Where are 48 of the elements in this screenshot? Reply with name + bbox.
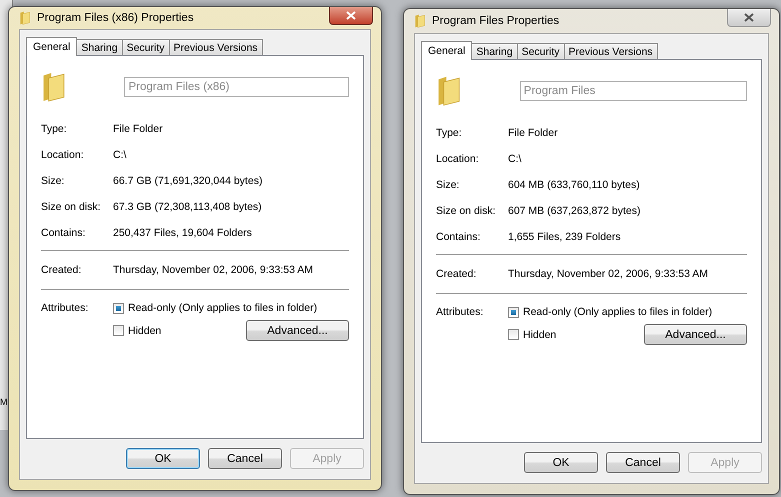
field-value: C:\ <box>508 153 522 165</box>
folder-icon <box>436 74 462 108</box>
field-value: 66.7 GB (71,691,320,044 bytes) <box>113 175 262 187</box>
close-icon <box>346 11 356 20</box>
checkbox[interactable]: Read-only (Only applies to files in folder) <box>508 306 747 318</box>
window-title: Program Files Properties <box>432 15 560 27</box>
advanced-button[interactable]: Advanced... <box>644 324 747 345</box>
field-value: File Folder <box>113 123 163 135</box>
checkbox[interactable]: Read-only (Only applies to files in folder) <box>113 302 349 314</box>
field-label: Type: <box>41 123 68 135</box>
field-value: 1,655 Files, 239 Folders <box>508 231 621 243</box>
field-label: Created: <box>41 264 82 276</box>
background-text: M <box>0 397 8 407</box>
field-value: File Folder <box>508 127 558 139</box>
checkbox[interactable]: Hidden <box>113 324 162 336</box>
dialog-button[interactable]: Cancel <box>208 448 282 469</box>
tab[interactable]: General <box>26 37 78 56</box>
close-button[interactable] <box>329 7 373 25</box>
folder-icon <box>414 14 426 28</box>
field-label: Size: <box>436 179 460 191</box>
field-label: Contains: <box>436 231 482 243</box>
field-label: Size on disk: <box>41 201 102 213</box>
field-value: 67.3 GB (72,308,113,408 bytes) <box>113 201 262 213</box>
tab[interactable]: Sharing <box>76 39 123 55</box>
field-label: Type: <box>436 127 463 139</box>
field-value: 604 MB (633,760,110 bytes) <box>508 179 640 191</box>
close-icon <box>744 13 754 22</box>
field-label: Size: <box>41 175 66 187</box>
field-label: Attributes: <box>436 306 484 318</box>
tab[interactable]: Previous Versions <box>168 39 263 55</box>
window-title: Program Files (x86) Properties <box>37 12 194 24</box>
field-value: 607 MB (637,263,872 bytes) <box>508 205 641 217</box>
checkbox[interactable]: Hidden <box>508 328 556 340</box>
folder-icon <box>41 70 66 104</box>
field-label: Attributes: <box>41 302 90 314</box>
field-value: Thursday, November 02, 2006, 9:33:53 AM <box>508 268 708 280</box>
dialog-button[interactable]: OK <box>126 448 200 469</box>
advanced-button[interactable]: Advanced... <box>246 320 349 341</box>
field-label: Location: <box>41 149 85 161</box>
field-label: Size on disk: <box>436 205 497 217</box>
tab[interactable]: Security <box>122 39 170 55</box>
field-label: Created: <box>436 268 478 280</box>
folder-icon <box>19 11 31 25</box>
field-label: Contains: <box>41 227 86 239</box>
field-value: Thursday, November 02, 2006, 9:33:53 AM <box>113 264 314 276</box>
field-value: C:\ <box>113 149 126 161</box>
field-value: 250,437 Files, 19,604 Folders <box>113 227 252 239</box>
field-label: Location: <box>436 153 480 165</box>
